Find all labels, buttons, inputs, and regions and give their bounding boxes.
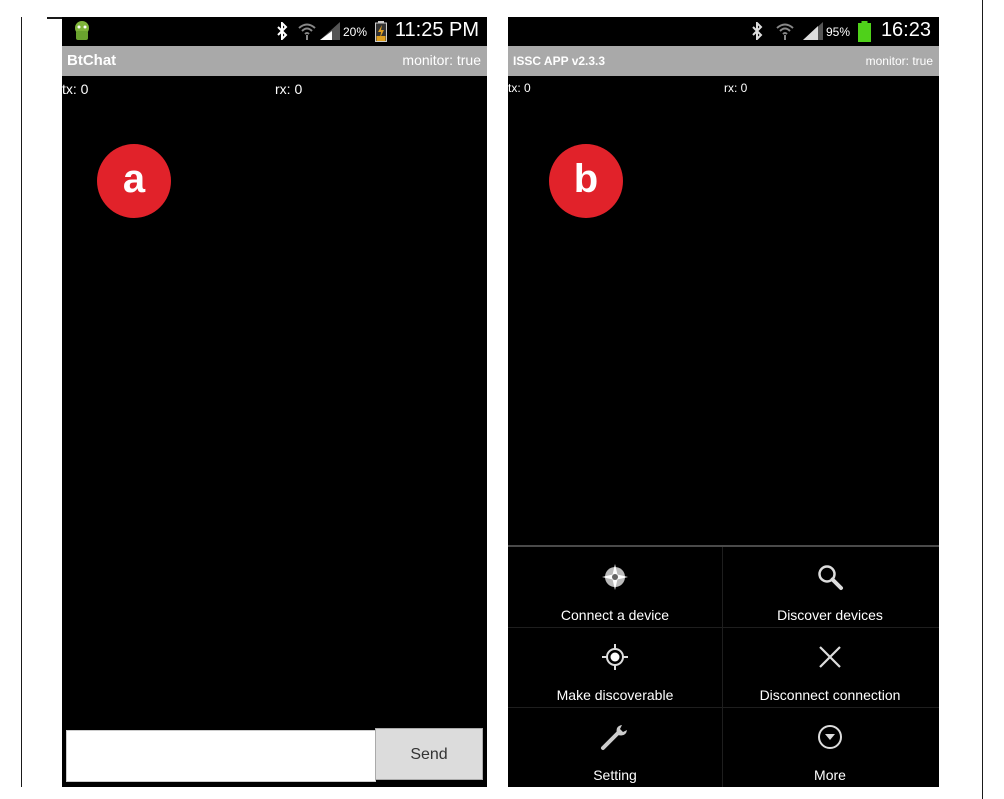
frame-line-right: [982, 0, 983, 799]
battery-icon: [858, 21, 871, 47]
menu-item-discover-devices[interactable]: Discover devices: [723, 547, 937, 627]
signal-icon: [320, 22, 340, 45]
app-title-bar: BtChat monitor: true: [62, 46, 487, 76]
phone-screen-a: 20% 11:25 PM BtChat monitor: true tx: 0 …: [62, 17, 487, 787]
bluetooth-icon: [276, 20, 288, 45]
tx-counter: tx: 0: [62, 81, 89, 97]
app-title: BtChat: [67, 52, 117, 69]
label-badge-b: b: [549, 144, 623, 218]
menu-item-label: More: [814, 767, 846, 783]
clock: 11:25 PM: [394, 19, 479, 41]
menu-item-more[interactable]: More: [723, 707, 937, 787]
battery-percent: 20%: [343, 25, 368, 39]
wifi-icon: [298, 22, 316, 45]
status-bar: 20% 11:25 PM: [62, 17, 487, 46]
monitor-status: monitor: true: [865, 54, 933, 68]
send-button[interactable]: Send: [375, 728, 483, 780]
phone-screen-b: 95% 16:23 ISSC APP v2.3.3 monitor: true …: [508, 17, 939, 787]
options-menu: Connect a device Discover devices Make d…: [508, 545, 939, 787]
chevron-down-circle-icon: [723, 721, 937, 753]
signal-icon: [803, 22, 823, 45]
rx-counter: rx: 0: [724, 81, 748, 95]
menu-item-disconnect-connection[interactable]: Disconnect connection: [723, 627, 937, 707]
search-icon: [723, 561, 937, 593]
menu-item-label: Disconnect connection: [759, 687, 901, 703]
wifi-icon: [776, 22, 794, 45]
app-title: ISSC APP v2.3.3: [513, 54, 606, 68]
menu-item-label: Make discoverable: [556, 687, 674, 703]
bluetooth-icon: [751, 20, 763, 45]
menu-item-make-discoverable[interactable]: Make discoverable: [508, 627, 722, 707]
menu-item-label: Connect a device: [560, 607, 670, 623]
frame-line-left: [21, 17, 22, 787]
menu-item-label: Setting: [593, 767, 637, 783]
monitor-status: monitor: true: [402, 52, 481, 68]
rx-counter: rx: 0: [275, 81, 303, 97]
app-title-bar: ISSC APP v2.3.3 monitor: true: [508, 46, 939, 76]
label-badge-a: a: [97, 144, 171, 218]
message-input[interactable]: [66, 730, 376, 782]
menu-item-label: Discover devices: [777, 607, 883, 623]
menu-item-connect-device[interactable]: Connect a device: [508, 547, 722, 627]
battery-icon: [375, 21, 387, 47]
frame-line-top: [47, 17, 62, 19]
close-icon: [723, 641, 937, 673]
status-bar: 95% 16:23: [508, 17, 939, 46]
wrench-icon: [508, 721, 722, 753]
target-icon: [508, 641, 722, 673]
clock: 16:23: [880, 19, 931, 41]
menu-item-setting[interactable]: Setting: [508, 707, 722, 787]
android-notification-icon: [72, 20, 92, 47]
compass-icon: [508, 561, 722, 593]
tx-counter: tx: 0: [508, 81, 531, 95]
battery-percent: 95%: [826, 25, 851, 39]
